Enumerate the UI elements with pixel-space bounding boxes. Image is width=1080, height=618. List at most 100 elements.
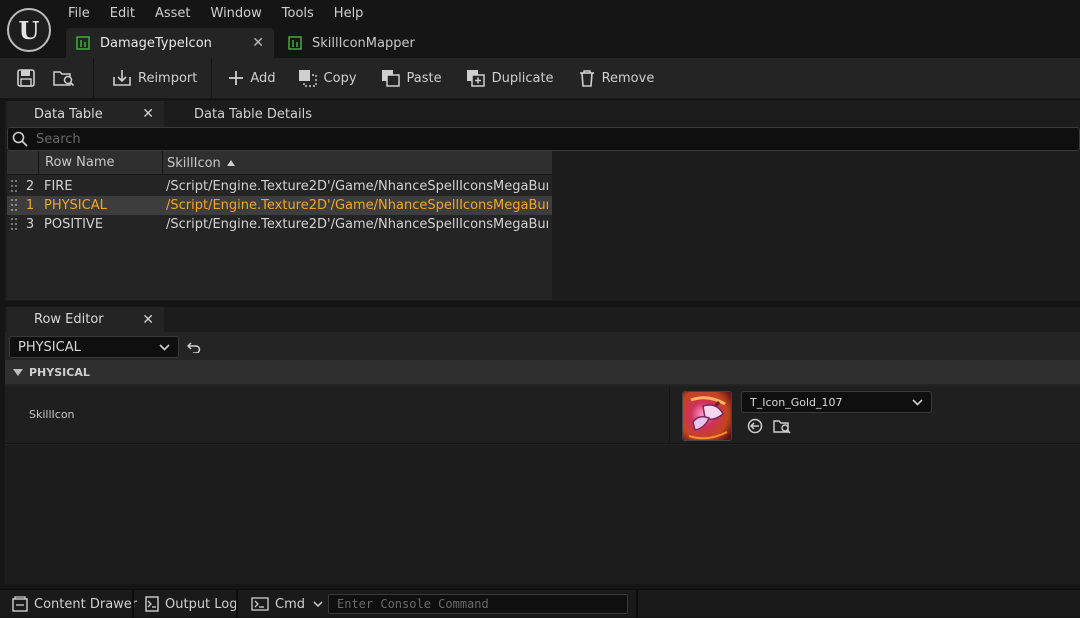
folder-search-icon [773,418,791,434]
row-value: /Script/Engine.Texture2D'/Game/NhanceSpe… [166,179,548,194]
remove-button[interactable]: Remove [562,58,663,98]
column-divider [162,151,163,175]
column-header-skillicon[interactable]: SkillIcon [167,151,235,175]
copy-icon [298,69,318,87]
content-drawer-label: Content Drawer [34,596,138,612]
paste-label: Paste [406,70,442,86]
remove-label: Remove [601,70,655,86]
chevron-down-icon [912,398,923,406]
copy-button[interactable]: Copy [284,58,365,98]
close-icon[interactable]: ✕ [252,35,264,51]
menu-window[interactable]: Window [201,0,272,28]
asset-name: T_Icon_Gold_107 [750,395,843,409]
tab-label: Row Editor [34,312,104,327]
texture-thumbnail[interactable] [682,391,732,441]
chevron-down-icon [159,343,170,351]
browse-to-asset-button[interactable] [45,58,93,98]
paste-button[interactable]: Paste [365,58,450,98]
add-button[interactable]: Add [212,58,283,98]
table-row[interactable]: 2 FIRE /Script/Engine.Texture2D'/Game/Nh… [7,177,552,196]
column-header-label: SkillIcon [167,155,221,171]
row-index: 2 [25,179,35,194]
save-button[interactable] [0,58,45,98]
unreal-logo-icon[interactable]: U [7,8,51,52]
reset-to-default-button[interactable] [187,338,205,356]
tab-row-editor[interactable]: Row Editor ✕ [7,307,164,332]
statusbar-separator [636,590,638,618]
menu-tools[interactable]: Tools [272,0,324,28]
table-row-selected[interactable]: 1 PHYSICAL /Script/Engine.Texture2D'/Gam… [7,196,552,215]
table-row[interactable]: 3 POSITIVE /Script/Engine.Texture2D'/Gam… [7,215,552,234]
cmd-dropdown[interactable]: Cmd [251,590,323,618]
row-value: /Script/Engine.Texture2D'/Game/NhanceSpe… [166,198,548,213]
statusbar-separator [236,590,238,618]
undo-arrow-icon [187,341,201,353]
tab-label: Data Table Details [194,106,312,122]
table-header: Row Name SkillIcon [7,151,552,175]
close-icon[interactable]: ✕ [142,106,154,122]
drag-handle-icon[interactable] [11,198,17,212]
row-index: 3 [25,217,35,232]
tab-label: DamageTypeIcon [100,35,212,51]
cmd-label: Cmd [275,596,305,612]
output-log-button[interactable]: Output Log [145,590,238,618]
tab-label: SkillIconMapper [312,35,415,51]
paste-icon [381,69,401,87]
duplicate-icon [466,69,486,87]
tab-data-table[interactable]: Data Table ✕ [7,101,164,127]
category-label: PHYSICAL [29,365,90,379]
content-drawer-button[interactable]: Content Drawer [12,590,137,618]
drag-handle-icon[interactable] [11,217,17,231]
content-drawer-icon [12,596,28,612]
close-icon[interactable]: ✕ [142,312,154,328]
property-label: SkillIcon [29,408,75,421]
duplicate-label: Duplicate [491,70,554,86]
reimport-button[interactable]: Reimport [94,58,211,98]
tab-skilliconmapper[interactable]: SkillIconMapper [278,28,428,58]
search-input[interactable] [34,130,938,148]
row-name: POSITIVE [44,217,104,232]
plus-icon [228,70,244,86]
data-table-icon [288,36,302,50]
category-header[interactable]: PHYSICAL [5,360,1080,384]
menu-bar: File Edit Asset Window Tools Help [58,0,373,28]
output-log-icon [145,596,159,612]
column-header-row-name[interactable]: Row Name [45,151,115,175]
duplicate-button[interactable]: Duplicate [450,58,562,98]
menu-help[interactable]: Help [324,0,374,28]
use-selected-arrow-icon [747,418,763,434]
trash-icon [578,69,596,87]
tab-data-table-details[interactable]: Data Table Details [180,101,330,127]
row-selector-value: PHYSICAL [18,339,81,355]
row-name: PHYSICAL [44,198,107,213]
use-selected-asset-button[interactable] [747,418,763,434]
search-icon [12,131,28,147]
tab-label: Data Table [34,106,103,122]
row-selector-dropdown[interactable]: PHYSICAL [9,336,179,358]
collapse-arrow-icon[interactable] [13,368,23,376]
property-splitter[interactable] [669,386,670,444]
row-index: 1 [25,198,35,213]
row-editor-tab-strip [5,307,1080,332]
menu-asset[interactable]: Asset [145,0,201,28]
save-icon [17,69,35,87]
asset-picker-dropdown[interactable]: T_Icon_Gold_107 [741,391,932,413]
console-command-input[interactable] [328,594,628,614]
tab-damagetypeicon[interactable]: DamageTypeIcon ✕ [66,28,274,58]
data-table-icon [76,36,90,50]
output-log-label: Output Log [165,596,238,612]
folder-search-icon [53,69,75,87]
data-table-grid: Row Name SkillIcon 2 FIRE /Script/Engine… [7,151,552,300]
column-divider [38,151,39,175]
browse-asset-button[interactable] [773,418,791,434]
add-label: Add [250,70,276,86]
menu-file[interactable]: File [58,0,100,28]
menu-edit[interactable]: Edit [100,0,145,28]
terminal-icon [251,597,269,611]
row-value: /Script/Engine.Texture2D'/Game/NhanceSpe… [166,217,548,232]
status-bar: Content Drawer Output Log Cmd [0,589,1080,618]
statusbar-separator [132,590,134,618]
drag-handle-icon[interactable] [11,179,17,193]
reimport-label: Reimport [138,70,198,86]
row-name: FIRE [44,179,73,194]
